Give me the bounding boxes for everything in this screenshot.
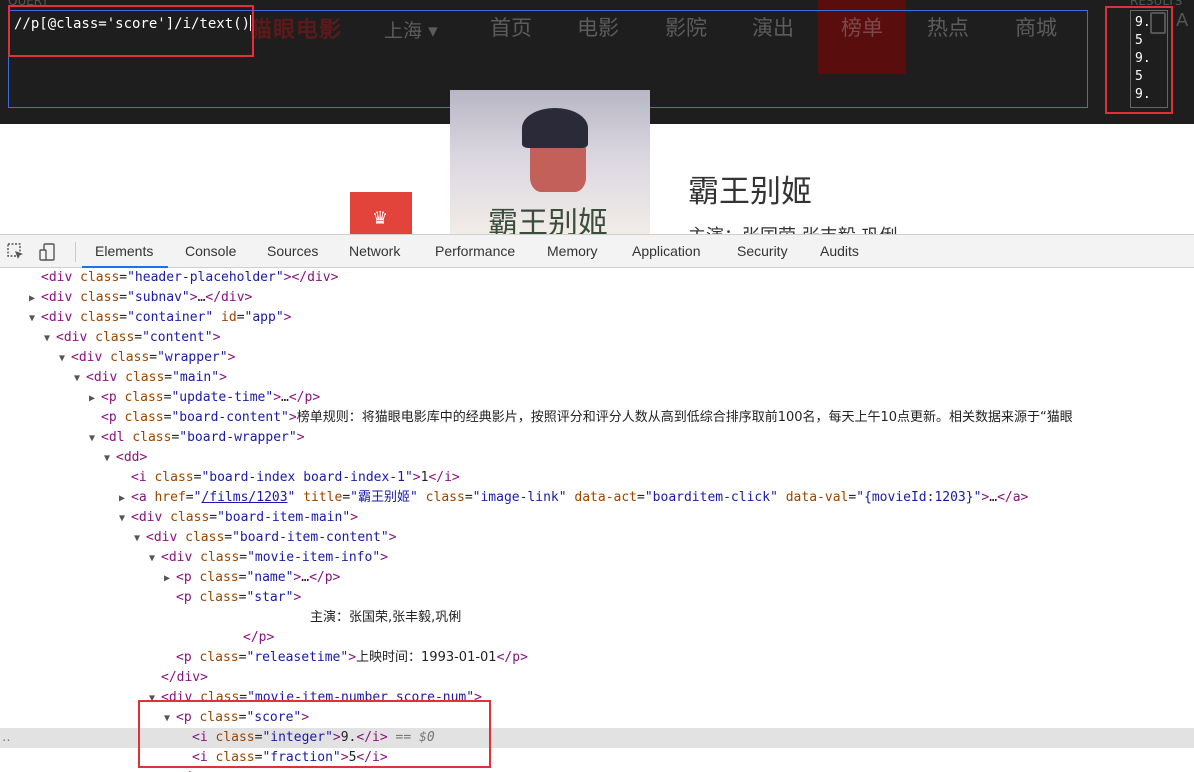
dom-node[interactable]: </p> — [0, 628, 1194, 648]
collapse-triangle-icon[interactable]: ▼ — [149, 549, 161, 569]
dom-node[interactable]: ▼ <div class="board-item-content"> — [0, 528, 1194, 548]
poster-title: 霸王别姬 — [488, 206, 608, 235]
board-rule-text: 榜单规则：将猫眼电影库中的经典影片，按照评分和评分人数从高到低综合排序取前100… — [296, 410, 1073, 425]
tab-application[interactable]: Application — [632, 243, 701, 259]
dom-text-node[interactable]: 主演：张国荣,张丰毅,巩俐 — [0, 608, 1194, 628]
dom-node[interactable]: ▶ <a href="/films/1203" title="霸王别姬" clas… — [0, 488, 1194, 508]
star-text: 主演：张国荣,张丰毅,巩俐 — [310, 610, 462, 625]
collapse-triangle-icon[interactable]: ▼ — [29, 309, 41, 329]
inspect-element-icon[interactable] — [6, 242, 26, 262]
collapse-triangle-icon[interactable]: ▼ — [104, 449, 116, 469]
tab-security[interactable]: Security — [737, 243, 788, 259]
dom-node[interactable]: ▼ <div class="wrapper"> — [0, 348, 1194, 368]
film-href-link[interactable]: /films/1203 — [201, 490, 287, 505]
movie-poster[interactable]: 霸王别姬 — [450, 90, 650, 235]
dom-node[interactable]: ▶ <div class="subnav">…</div> — [0, 288, 1194, 308]
tab-audits[interactable]: Audits — [820, 243, 859, 259]
dom-node[interactable]: <div class="header-placeholder"></div> — [0, 268, 1194, 288]
collapse-triangle-icon[interactable]: ▼ — [74, 369, 86, 389]
dom-node[interactable]: <i class="board-index board-index-1">1</… — [0, 468, 1194, 488]
film-title-value: 霸王别姬 — [358, 490, 411, 505]
devtools-tabbar: Elements Console Sources Network Perform… — [0, 234, 1194, 268]
devtools-panel: Elements Console Sources Network Perform… — [0, 234, 1194, 772]
dom-node[interactable]: ▼ <div class="movie-item-info"> — [0, 548, 1194, 568]
tab-memory[interactable]: Memory — [547, 243, 598, 259]
more-options-icon[interactable]: ‥ — [2, 728, 11, 748]
partial-nav-letter: A — [1176, 10, 1189, 31]
dom-node[interactable]: <p class="board-content">榜单规则：将猫眼电影库中的经典… — [0, 408, 1194, 428]
movie-title[interactable]: 霸王别姬 — [688, 166, 812, 211]
dom-tree: <div class="header-placeholder"></div> ▶… — [0, 268, 1194, 772]
dom-node[interactable]: ▼ <div class="content"> — [0, 328, 1194, 348]
tab-elements[interactable]: Elements — [95, 243, 153, 259]
dom-node[interactable]: ▼ <div class="container" id="app"> — [0, 308, 1194, 328]
crown-icon: ♛ — [372, 208, 389, 229]
dom-node[interactable]: ▼ <div class="main"> — [0, 368, 1194, 388]
results-highlight-box — [1105, 6, 1173, 114]
tab-network[interactable]: Network — [349, 243, 400, 259]
dom-node[interactable]: <p class="star"> — [0, 588, 1194, 608]
expand-triangle-icon[interactable]: ▶ — [89, 389, 101, 409]
dom-node[interactable]: ▼ <dl class="board-wrapper"> — [0, 428, 1194, 448]
tab-sources[interactable]: Sources — [267, 243, 318, 259]
query-highlight-box — [8, 5, 254, 57]
toolbar-divider — [75, 242, 76, 262]
dom-node[interactable]: ▼ <div class="board-item-main"> — [0, 508, 1194, 528]
score-highlight-box — [138, 700, 491, 768]
expand-triangle-icon[interactable]: ▶ — [29, 289, 41, 309]
collapse-triangle-icon[interactable]: ▼ — [59, 349, 71, 369]
dom-node[interactable]: </p> — [0, 768, 1194, 772]
collapse-triangle-icon[interactable]: ▼ — [119, 509, 131, 529]
dom-node[interactable]: <p class="releasetime">上映时间：1993-01-01</… — [0, 648, 1194, 668]
rank-badge: ♛ — [350, 192, 412, 235]
collapse-triangle-icon[interactable]: ▼ — [44, 329, 56, 349]
collapse-triangle-icon[interactable]: ▼ — [134, 529, 146, 549]
dom-node[interactable]: </div> — [0, 668, 1194, 688]
collapse-triangle-icon[interactable]: ▼ — [89, 429, 101, 449]
expand-triangle-icon[interactable]: ▶ — [119, 489, 131, 509]
dom-node[interactable]: ▶ <p class="update-time">…</p> — [0, 388, 1194, 408]
dom-node[interactable]: ▶ <p class="name">…</p> — [0, 568, 1194, 588]
release-text: 上映时间：1993-01-01 — [356, 650, 497, 665]
tab-performance[interactable]: Performance — [435, 243, 515, 259]
device-toolbar-icon[interactable] — [38, 242, 58, 262]
poster-hair — [522, 108, 588, 148]
expand-triangle-icon[interactable]: ▶ — [164, 569, 176, 589]
tab-console[interactable]: Console — [185, 243, 236, 259]
dom-node[interactable]: ▼ <dd> — [0, 448, 1194, 468]
